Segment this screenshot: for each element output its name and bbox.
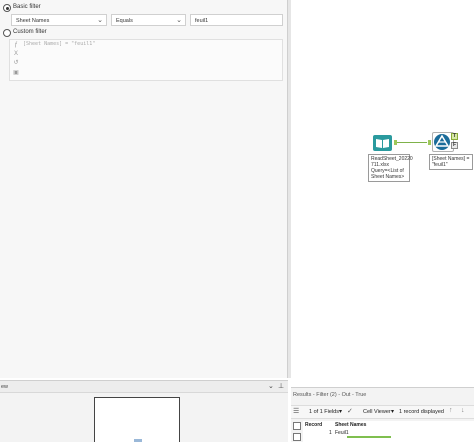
- results-title: Results - Filter (2) - Out - True: [293, 392, 367, 398]
- results-toolbar: ☰ 1 of 1 Fields ▾ ✓ Cell Viewer ▾ 1 reco…: [291, 405, 474, 419]
- function-icon[interactable]: ƒ: [12, 41, 20, 49]
- custom-filter-label: Custom filter: [13, 29, 47, 35]
- field-select-value: Sheet Names: [16, 17, 50, 24]
- results-grid[interactable]: Record Sheet Names 1 Feuil1: [303, 421, 474, 442]
- chevron-down-icon: ⌄: [97, 17, 103, 24]
- record-cell: 1: [329, 430, 332, 436]
- field-select[interactable]: Sheet Names ⌄: [11, 14, 107, 26]
- book-icon: [373, 135, 392, 151]
- input-tool-annotation: ReadSheet_20220 711.xlsx Query=<List of …: [368, 154, 413, 182]
- chevron-down-icon[interactable]: ▾: [339, 408, 342, 415]
- overview-viewport[interactable]: [94, 397, 180, 442]
- table-icon[interactable]: [293, 422, 301, 430]
- check-icon[interactable]: ✓: [347, 407, 353, 415]
- annotation-line: "feuil1": [432, 162, 448, 168]
- variable-icon[interactable]: X: [12, 50, 20, 58]
- true-output-anchor[interactable]: T: [451, 133, 458, 140]
- chevron-down-icon: ⌄: [176, 17, 182, 24]
- overview-header: ew ⌄ ⊥: [0, 381, 288, 393]
- connection-line[interactable]: [397, 142, 427, 143]
- value-input-text: feuil1: [195, 17, 209, 24]
- results-panel: Results - Filter (2) - Out - True ☰ 1 of…: [291, 387, 474, 442]
- fields-selector[interactable]: 1 of 1 Fields: [309, 409, 339, 415]
- input-data-tool[interactable]: [371, 134, 394, 152]
- arrow-down-icon[interactable]: ↓: [461, 407, 465, 414]
- annotation-line: Sheet Names>: [371, 174, 405, 180]
- arrow-up-icon[interactable]: ↑: [449, 407, 453, 414]
- operator-select[interactable]: Equals ⌄: [111, 14, 186, 26]
- overview-title: ew: [1, 384, 9, 390]
- menu-icon[interactable]: ☰: [293, 408, 301, 416]
- expression-editor[interactable]: ƒ X ↺ ▣ [Sheet Names] = "feuil1": [9, 39, 283, 81]
- cell-viewer-selector[interactable]: Cell Viewer: [363, 409, 391, 415]
- custom-filter-radio[interactable]: [3, 29, 11, 37]
- workflow-canvas[interactable]: T F ReadSheet_20220 711.xlsx Query=<List…: [291, 0, 474, 387]
- false-output-anchor[interactable]: F: [451, 142, 458, 149]
- filter-tool-annotation: [Sheet Names] = "feuil1": [429, 154, 473, 170]
- expression-text: [Sheet Names] = "feuil1": [23, 41, 96, 47]
- history-icon[interactable]: ↺: [12, 59, 20, 67]
- records-displayed-text: 1 record displayed: [399, 409, 444, 415]
- value-input[interactable]: feuil1: [190, 14, 283, 26]
- chevron-down-icon[interactable]: ▾: [391, 408, 394, 415]
- save-icon[interactable]: ▣: [12, 69, 20, 77]
- filter-icon: [434, 134, 450, 150]
- column-header-sheet-names[interactable]: Sheet Names: [335, 422, 366, 428]
- basic-filter-label: Basic filter: [13, 4, 41, 10]
- operator-select-value: Equals: [116, 17, 133, 24]
- column-header-record[interactable]: Record: [305, 422, 322, 428]
- pin-icon[interactable]: ⊥: [278, 382, 284, 390]
- column-quality-bar: [347, 436, 391, 438]
- message-icon[interactable]: [293, 433, 301, 441]
- overview-panel: ew ⌄ ⊥: [0, 380, 288, 442]
- chevron-down-icon[interactable]: ⌄: [268, 382, 274, 390]
- input-anchor[interactable]: [428, 140, 431, 145]
- basic-filter-radio[interactable]: [3, 4, 11, 12]
- filter-configuration-panel: Basic filter Sheet Names ⌄ Equals ⌄ feui…: [0, 0, 288, 378]
